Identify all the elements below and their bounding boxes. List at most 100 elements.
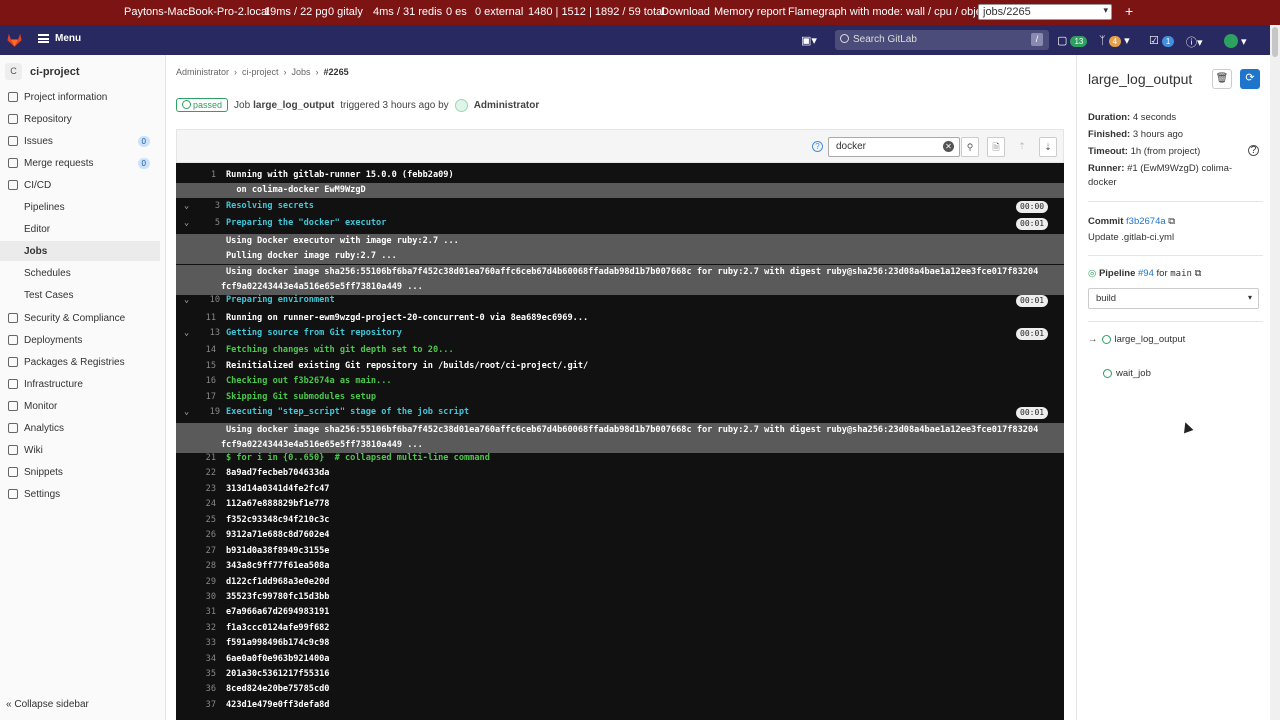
gitlab-logo-icon[interactable] <box>6 31 23 48</box>
sidebar-item-editor[interactable]: Editor <box>0 219 160 239</box>
log-search-input[interactable]: docker ✕ <box>828 137 960 157</box>
log-line-number[interactable]: 19 <box>184 405 220 420</box>
sidebar-item-wiki[interactable]: Wiki <box>0 440 160 460</box>
log-line-number[interactable]: 28 <box>180 559 216 574</box>
log-line-number[interactable]: 34 <box>180 652 216 667</box>
log-line-number[interactable]: 21 <box>180 451 216 466</box>
sidebar-item-merge-requests[interactable]: Merge requests 0 <box>0 153 160 173</box>
perf-add-button[interactable]: + <box>1125 3 1133 19</box>
log-line-number[interactable]: 3 <box>184 199 220 214</box>
log-line-number[interactable]: 1 <box>180 168 216 183</box>
job-item-current[interactable]: → large_log_output <box>1088 334 1185 345</box>
page-scrollbar[interactable] <box>1270 25 1280 720</box>
job-item[interactable]: wait_job <box>1103 368 1151 379</box>
scroll-top-button[interactable]: ⇡ <box>1013 137 1031 157</box>
erase-button[interactable]: 🗑 <box>1212 69 1232 89</box>
search-button[interactable]: ⚲ <box>961 137 979 157</box>
log-line-number[interactable]: 31 <box>180 605 216 620</box>
log-line-number[interactable]: 10 <box>184 293 220 308</box>
pipeline-link[interactable]: #94 <box>1138 268 1154 279</box>
collapse-sidebar-button[interactable]: « Collapse sidebar <box>6 699 89 710</box>
sidebar-item-test-cases[interactable]: Test Cases <box>0 285 160 305</box>
todo-icon[interactable]: ☑ 1 <box>1149 34 1175 47</box>
log-line-number[interactable]: 13 <box>184 326 220 341</box>
retry-button[interactable]: ⟳ <box>1240 69 1260 89</box>
status-badge[interactable]: passed <box>176 98 229 112</box>
stage-select[interactable]: build ▾ <box>1088 288 1259 309</box>
perf-pg[interactable]: 19ms / 22 pg <box>264 6 328 18</box>
help-icon[interactable]: ? <box>812 141 823 152</box>
help-icon[interactable]: ⓘ▾ <box>1186 34 1203 50</box>
commit-link[interactable]: f3b2674a <box>1126 216 1166 227</box>
scroll-bottom-button[interactable]: ⇣ <box>1039 137 1057 157</box>
sidebar-item-packages[interactable]: Packages & Registries <box>0 352 160 372</box>
job-user[interactable]: Administrator <box>474 100 540 111</box>
raw-log-button[interactable]: 🗎 <box>987 137 1005 157</box>
perf-request-select[interactable]: jobs/2265 ▾ <box>978 4 1112 20</box>
avatar[interactable]: ▾ <box>1224 34 1247 48</box>
log-line-number[interactable]: 32 <box>180 621 216 636</box>
log-line-number[interactable]: 25 <box>180 513 216 528</box>
log-line-number[interactable]: 23 <box>180 482 216 497</box>
perf-external[interactable]: 0 external <box>475 6 523 18</box>
sidebar-item-settings[interactable]: Settings <box>0 484 160 504</box>
branch-name[interactable]: main <box>1170 269 1192 279</box>
log-line-number[interactable]: 16 <box>180 374 216 389</box>
log-line-number[interactable]: 36 <box>180 682 216 697</box>
log-line-number[interactable]: 30 <box>180 590 216 605</box>
sidebar-item-analytics[interactable]: Analytics <box>0 418 160 438</box>
log-line[interactable]: ⌄ 5 Preparing the "docker" executor 00:01 <box>176 216 1064 231</box>
perf-memory-report[interactable]: Memory report <box>714 6 786 18</box>
sidebar-item-issues[interactable]: Issues 0 <box>0 131 160 151</box>
breadcrumb-item[interactable]: Administrator <box>176 67 229 77</box>
copy-icon[interactable]: ⧉ <box>1168 216 1175 227</box>
perf-flamegraph[interactable]: Flamegraph with mode: wall / cpu / objec… <box>788 6 990 18</box>
sidebar-project[interactable]: Cci-project <box>5 63 80 80</box>
log-line-number[interactable]: 22 <box>180 466 216 481</box>
sidebar-item-monitor[interactable]: Monitor <box>0 396 160 416</box>
help-icon[interactable]: ? <box>1248 145 1259 156</box>
clear-icon[interactable]: ✕ <box>943 141 954 152</box>
perf-download[interactable]: Download <box>661 6 710 18</box>
user-avatar[interactable] <box>454 98 468 112</box>
sidebar-item-schedules[interactable]: Schedules <box>0 263 160 283</box>
log-line-number[interactable]: 26 <box>180 528 216 543</box>
scrollbar-thumb[interactable] <box>1272 27 1278 57</box>
sidebar-item-security[interactable]: Security & Compliance <box>0 308 160 328</box>
log-line-number[interactable]: 17 <box>180 390 216 405</box>
log-line[interactable]: ⌄ 19 Executing "step_script" stage of the … <box>176 405 1064 420</box>
sidebar-item-project-information[interactable]: Project information <box>0 87 160 107</box>
log-line-number[interactable]: 24 <box>180 497 216 512</box>
log-line-number[interactable]: 11 <box>180 311 216 326</box>
sidebar-item-cicd[interactable]: CI/CD <box>0 175 160 195</box>
issues-icon[interactable]: ▢ 13 <box>1057 34 1088 47</box>
log-line-number[interactable]: 35 <box>180 667 216 682</box>
sidebar-item-jobs[interactable]: Jobs <box>0 241 160 261</box>
perf-total[interactable]: 1480 | 1512 | 1892 / 59 total <box>528 6 665 18</box>
sidebar-item-repository[interactable]: Repository <box>0 109 160 129</box>
log-line-number[interactable]: 37 <box>180 698 216 713</box>
menu-button[interactable]: Menu <box>38 33 81 44</box>
log-line-number[interactable]: 29 <box>180 575 216 590</box>
sidebar-item-infrastructure[interactable]: Infrastructure <box>0 374 160 394</box>
merge-request-icon[interactable]: ᛉ 4 ▾ <box>1099 34 1130 47</box>
breadcrumb-item[interactable]: Jobs <box>292 67 311 77</box>
copy-icon[interactable]: ⧉ <box>1195 268 1202 279</box>
perf-redis[interactable]: 4ms / 31 redis <box>373 6 442 18</box>
log-line[interactable]: ⌄ 3 Resolving secrets 00:00 <box>176 199 1064 214</box>
log-line-number[interactable]: 14 <box>180 343 216 358</box>
log-line-number[interactable]: 5 <box>184 216 220 231</box>
breadcrumb-item[interactable]: #2265 <box>324 67 349 77</box>
log-line[interactable]: ⌄ 13 Getting source from Git repository 00:… <box>176 326 1064 341</box>
log-line[interactable]: ⌄ 10 Preparing environment 00:01 <box>176 293 1064 308</box>
breadcrumb-item[interactable]: ci-project <box>242 67 279 77</box>
log-line-number[interactable]: 33 <box>180 636 216 651</box>
log-line-number[interactable]: 15 <box>180 359 216 374</box>
perf-gitaly[interactable]: 0 gitaly <box>328 6 363 18</box>
sidebar-item-snippets[interactable]: Snippets <box>0 462 160 482</box>
sidebar-item-pipelines[interactable]: Pipelines <box>0 197 160 217</box>
perf-es[interactable]: 0 es <box>446 6 467 18</box>
new-item-icon[interactable]: ▣▾ <box>801 34 817 47</box>
search-input[interactable]: Search GitLab / <box>835 30 1049 50</box>
sidebar-item-deployments[interactable]: Deployments <box>0 330 160 350</box>
